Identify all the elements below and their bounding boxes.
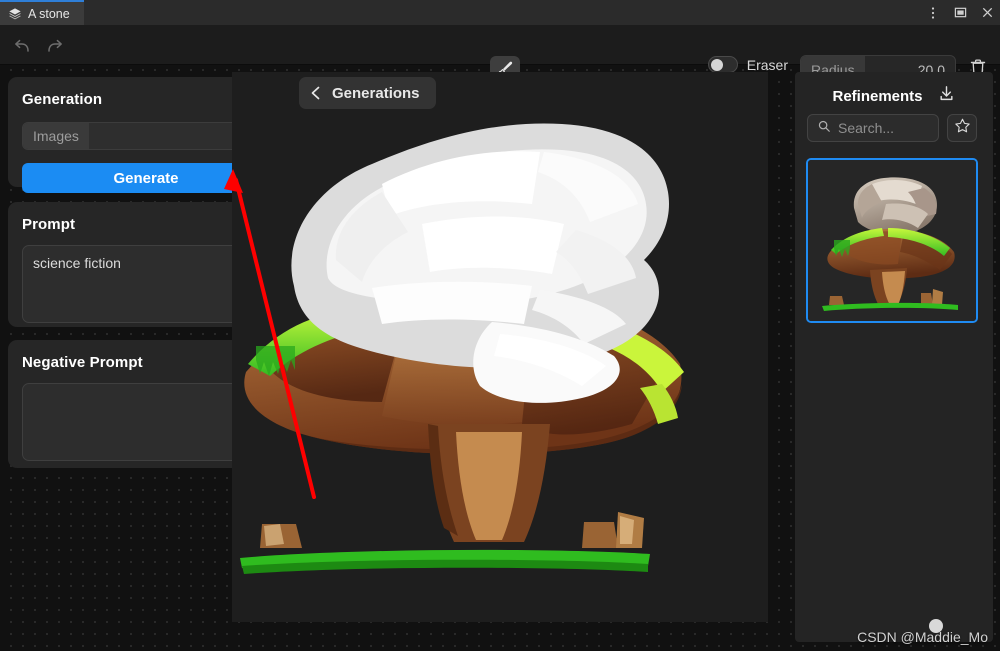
canvas-area[interactable]: Generations bbox=[232, 72, 768, 622]
eraser-label: Eraser bbox=[746, 56, 788, 73]
window-tab-label: A stone bbox=[28, 6, 70, 21]
eraser-toggle-group[interactable]: Eraser bbox=[707, 56, 788, 73]
eraser-toggle[interactable] bbox=[707, 56, 738, 73]
prompt-value: science fiction bbox=[33, 255, 121, 271]
canvas-artwork bbox=[240, 123, 684, 574]
toggle-knob bbox=[710, 58, 723, 71]
chevron-left-icon bbox=[307, 84, 325, 102]
undo-icon[interactable] bbox=[12, 35, 34, 55]
star-icon bbox=[954, 117, 971, 139]
toolbar: Eraser Radius 20.0 bbox=[0, 25, 1000, 85]
search-placeholder: Search... bbox=[838, 120, 895, 136]
window-tab[interactable]: A stone bbox=[0, 0, 84, 25]
refinements-header: Refinements bbox=[795, 84, 993, 108]
more-vertical-icon[interactable] bbox=[926, 6, 940, 20]
search-input[interactable]: Search... bbox=[807, 114, 939, 142]
watermark-text: CSDN @Maddie_Mo bbox=[857, 629, 988, 645]
favorites-filter-button[interactable] bbox=[947, 114, 977, 142]
title-bar: A stone bbox=[0, 0, 1000, 25]
app-window: A stone Eraser Radius 20.0 Generation Im… bbox=[0, 0, 1000, 651]
refinements-title: Refinements bbox=[832, 87, 923, 105]
refinement-thumbnail[interactable] bbox=[806, 158, 978, 323]
redo-icon[interactable] bbox=[43, 35, 65, 55]
images-label: Images bbox=[23, 123, 89, 149]
layers-icon bbox=[8, 7, 22, 21]
close-icon[interactable] bbox=[980, 6, 994, 20]
refinement-thumbnail-image bbox=[808, 160, 976, 321]
generations-back-label: Generations bbox=[332, 84, 420, 102]
search-row: Search... bbox=[807, 114, 977, 142]
search-icon bbox=[817, 119, 831, 138]
maximize-icon[interactable] bbox=[953, 6, 967, 20]
generations-back-button[interactable]: Generations bbox=[299, 77, 436, 109]
download-icon[interactable] bbox=[937, 84, 956, 108]
window-controls bbox=[926, 0, 994, 25]
